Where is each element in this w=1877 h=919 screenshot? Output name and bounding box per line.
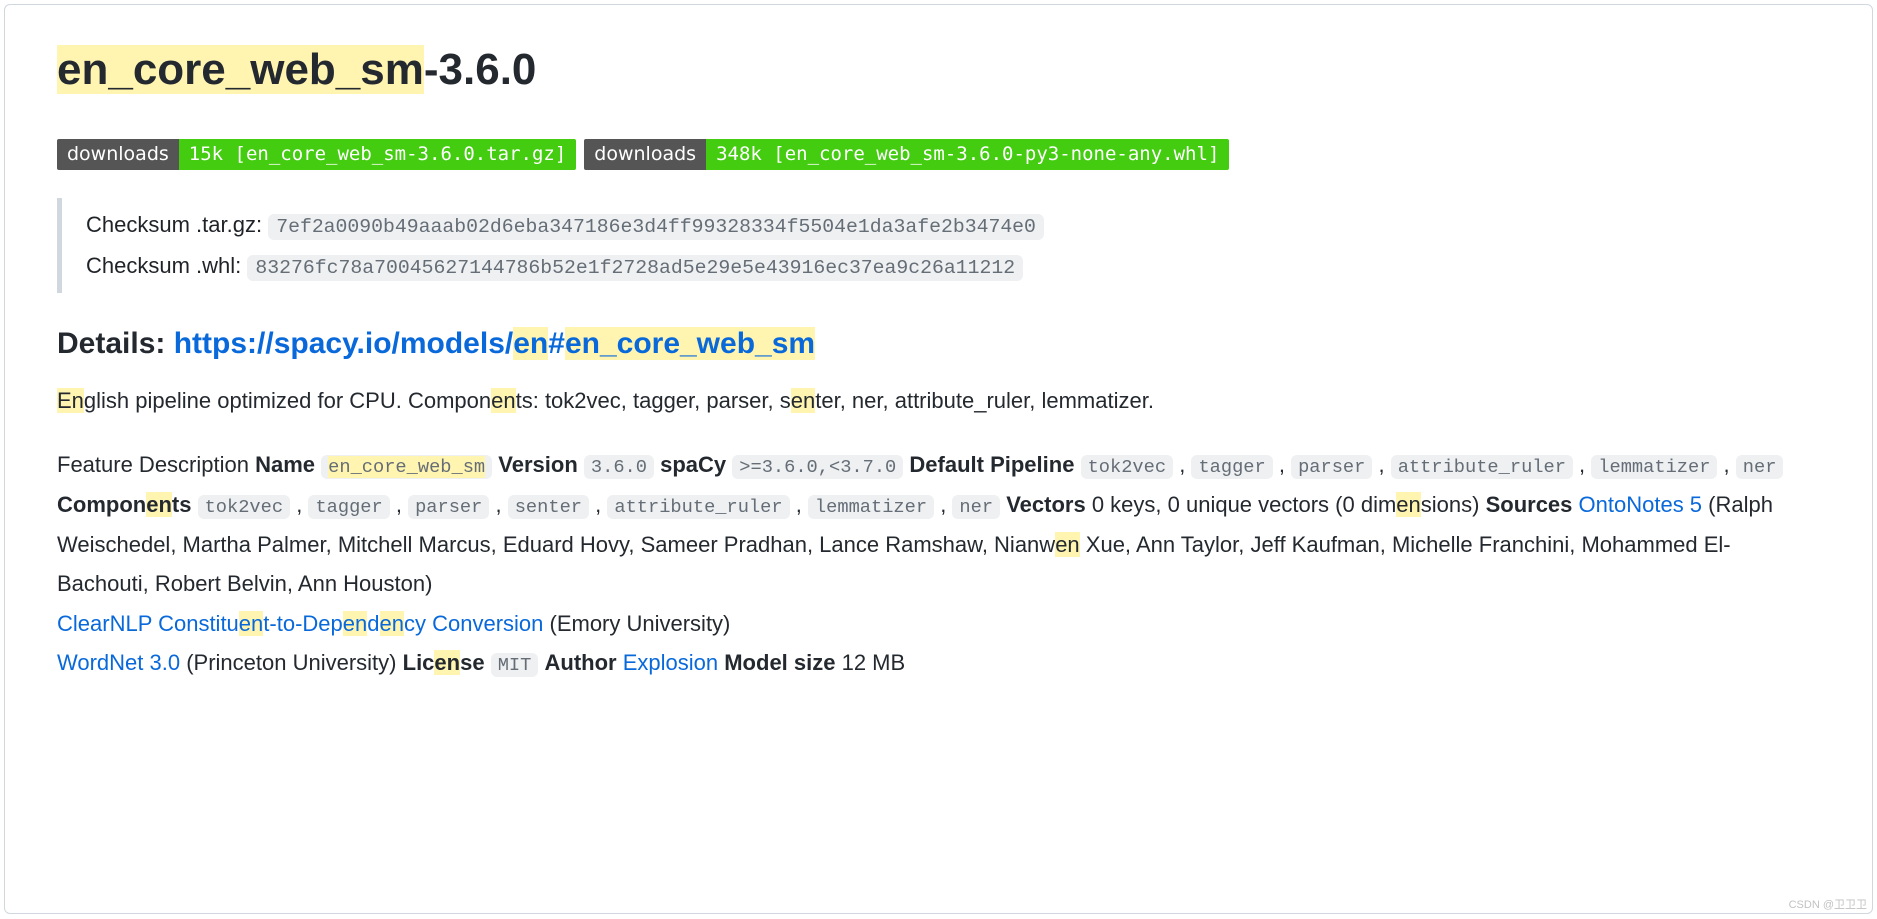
clearnlp-link[interactable]: ClearNLP Constituent-to-Dependency Conve…: [57, 611, 543, 636]
page-title: en_core_web_sm-3.6.0: [57, 37, 1820, 111]
checksums-block: Checksum .tar.gz: 7ef2a0090b49aaab02d6eb…: [57, 198, 1820, 293]
author-link[interactable]: Explosion: [623, 650, 718, 675]
spacy-value: >=3.6.0,<3.7.0: [732, 455, 903, 479]
checksum-whl-label: Checksum .whl:: [86, 253, 241, 278]
downloads-badge-whl[interactable]: downloads 348k [en_core_web_sm-3.6.0-py3…: [584, 139, 1229, 170]
details-link[interactable]: https://spacy.io/models/en#en_core_web_s…: [174, 327, 815, 360]
name-value: en_core_web_sm: [321, 455, 492, 479]
wordnet-link[interactable]: WordNet 3.0: [57, 650, 180, 675]
features-block: Feature Description Name en_core_web_sm …: [57, 445, 1820, 683]
checksum-targz-value: 7ef2a0090b49aaab02d6eba347186e3d4ff99328…: [268, 214, 1044, 240]
license-value: MIT: [491, 653, 539, 677]
version-value: 3.6.0: [584, 455, 654, 479]
watermark: CSDN @卫卫卫: [1789, 897, 1867, 914]
details-heading: Details: https://spacy.io/models/en#en_c…: [57, 321, 1820, 366]
downloads-badge-targz[interactable]: downloads 15k [en_core_web_sm-3.6.0.tar.…: [57, 139, 576, 170]
badges-row: downloads 15k [en_core_web_sm-3.6.0.tar.…: [57, 139, 1820, 170]
checksum-whl-value: 83276fc78a70045627144786b52e1f2728ad5e29…: [247, 255, 1023, 281]
description: English pipeline optimized for CPU. Comp…: [57, 384, 1820, 417]
checksum-targz-label: Checksum .tar.gz:: [86, 212, 262, 237]
ontonotes-link[interactable]: OntoNotes 5: [1579, 492, 1703, 517]
